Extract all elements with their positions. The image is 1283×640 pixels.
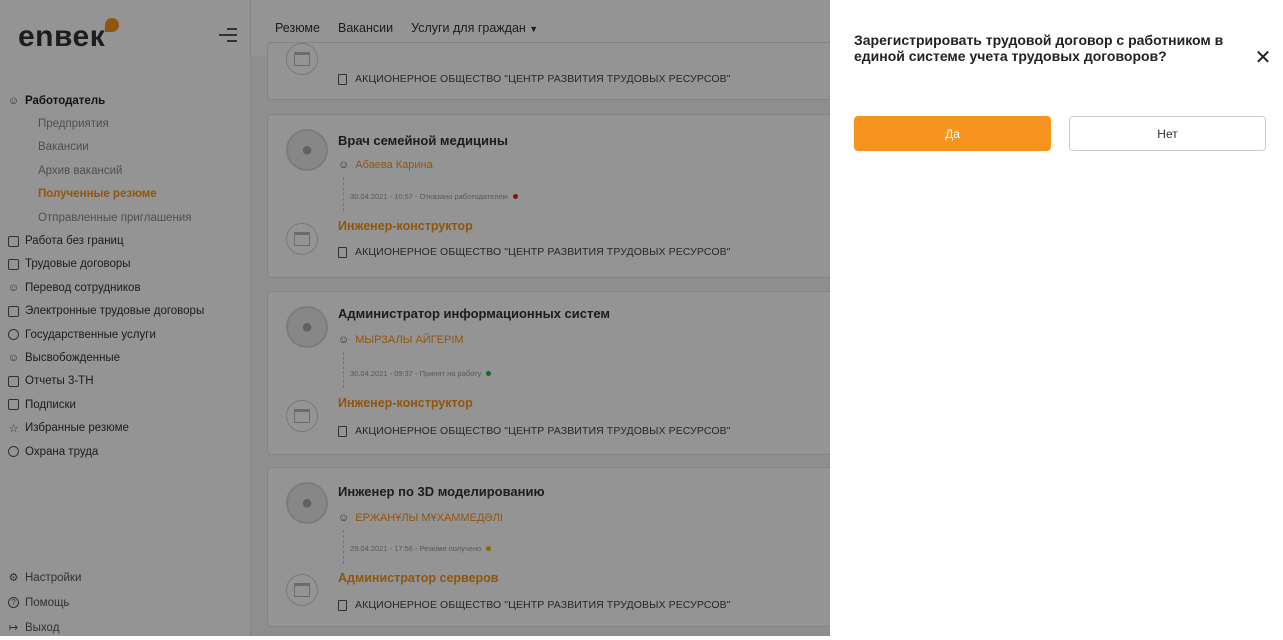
app-background: enвек ☺ Работодатель Предприятия Ваканси… (0, 0, 830, 636)
confirm-dialog: Зарегистрировать трудовой договор с рабо… (830, 0, 1283, 636)
close-icon[interactable]: ✕ (1253, 48, 1273, 68)
yes-button[interactable]: Да (854, 116, 1051, 151)
modal-overlay[interactable] (0, 0, 830, 636)
dialog-title: Зарегистрировать трудовой договор с рабо… (854, 32, 1224, 64)
no-button[interactable]: Нет (1069, 116, 1266, 151)
